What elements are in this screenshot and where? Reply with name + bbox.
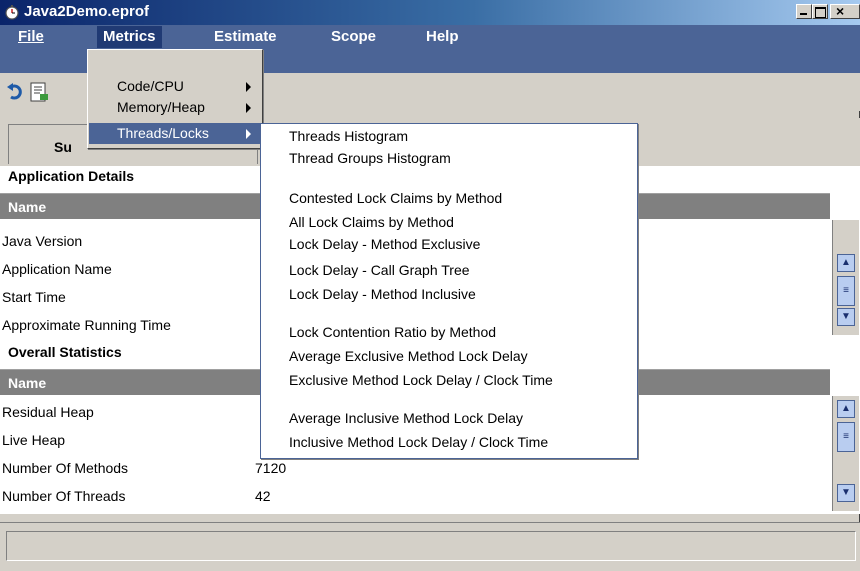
application-details-title: Application Details (8, 168, 135, 184)
menu-item-threads-locks[interactable]: Threads/Locks (89, 123, 261, 144)
status-field (6, 531, 856, 561)
overall-statistics-title: Overall Statistics (8, 344, 122, 360)
menu-help-label: Help (426, 28, 459, 45)
submenu-all-lock-claims[interactable]: All Lock Claims by Method (289, 214, 454, 230)
menu-item-memory-heap[interactable]: Memory/Heap (89, 97, 261, 118)
submenu-thread-groups-histogram[interactable]: Thread Groups Histogram (289, 150, 451, 166)
row-application-name: Application Name (2, 261, 112, 277)
window-title: Java2Demo.eprof (24, 3, 150, 20)
close-icon: × (836, 3, 845, 19)
scroll-thumb[interactable]: ≡ (837, 276, 855, 306)
submenu-threads-histogram[interactable]: Threads Histogram (289, 128, 408, 144)
submenu-arrow-icon (246, 103, 251, 113)
menu-item-threads-locks-label: Threads/Locks (117, 125, 209, 141)
scroll-up-icon[interactable]: ▲ (837, 254, 855, 272)
scroll-down-icon[interactable]: ▼ (837, 308, 855, 326)
menu-metrics[interactable]: Metrics (97, 26, 162, 48)
metrics-menu: Code/CPU Memory/Heap Threads/Locks (87, 49, 263, 149)
submenu-average-exclusive-lock-delay[interactable]: Average Exclusive Method Lock Delay (289, 348, 528, 364)
menu-scope[interactable]: Scope (325, 26, 382, 48)
submenu-average-inclusive-lock-delay[interactable]: Average Inclusive Method Lock Delay (289, 410, 523, 426)
export-document-icon[interactable] (28, 81, 50, 103)
app-window: Java2Demo.eprof × File Metrics Estimate … (0, 0, 860, 571)
submenu-lock-delay-call-graph[interactable]: Lock Delay - Call Graph Tree (289, 262, 470, 278)
undo-icon[interactable] (5, 81, 27, 103)
submenu-arrow-icon (246, 129, 251, 139)
threads-locks-submenu: Threads Histogram Thread Groups Histogra… (260, 123, 638, 459)
stopwatch-icon (5, 5, 19, 20)
tab-summary-label: Su (54, 139, 72, 155)
row-residual-heap: Residual Heap (2, 404, 94, 420)
row-number-of-threads: Number Of Threads (2, 488, 126, 504)
menu-item-code-cpu-label: Code/CPU (117, 78, 184, 94)
submenu-contested-lock-claims[interactable]: Contested Lock Claims by Method (289, 190, 502, 206)
menu-metrics-label: Metrics (103, 28, 156, 45)
value-number-of-threads: 42 (255, 488, 271, 504)
close-button[interactable]: × (830, 3, 860, 19)
details-scrollbar[interactable]: ▲ ≡ ▼ (832, 220, 859, 335)
row-number-of-methods: Number Of Methods (2, 460, 129, 476)
menu-estimate-label: Estimate (214, 28, 277, 45)
submenu-lock-delay-method-inclusive[interactable]: Lock Delay - Method Inclusive (289, 286, 476, 302)
scroll-thumb[interactable]: ≡ (837, 422, 855, 452)
submenu-arrow-icon (246, 82, 251, 92)
menu-file[interactable]: File (12, 26, 50, 48)
menu-file-label: File (18, 28, 44, 45)
minimize-button[interactable] (796, 4, 812, 19)
scroll-down-icon[interactable]: ▼ (837, 484, 855, 502)
menu-item-code-cpu[interactable]: Code/CPU (89, 76, 261, 97)
submenu-lock-contention-ratio[interactable]: Lock Contention Ratio by Method (289, 324, 496, 340)
value-number-of-methods: 7120 (255, 460, 287, 476)
title-bar[interactable]: Java2Demo.eprof × (0, 0, 860, 25)
submenu-exclusive-lock-delay-clock[interactable]: Exclusive Method Lock Delay / Clock Time (289, 372, 553, 388)
row-java-version: Java Version (2, 233, 83, 249)
maximize-button[interactable] (812, 4, 828, 19)
status-bar (0, 522, 860, 571)
menu-estimate[interactable]: Estimate (208, 26, 283, 48)
row-running-time: Approximate Running Time (2, 317, 171, 333)
row-start-time: Start Time (2, 289, 66, 305)
submenu-inclusive-lock-delay-clock[interactable]: Inclusive Method Lock Delay / Clock Time (289, 434, 548, 450)
row-live-heap: Live Heap (2, 432, 66, 448)
scroll-up-icon[interactable]: ▲ (837, 400, 855, 418)
statistics-scrollbar[interactable]: ▲ ≡ ▼ (832, 396, 859, 511)
menu-item-memory-heap-label: Memory/Heap (117, 99, 205, 115)
menu-scope-label: Scope (331, 28, 377, 45)
menu-help[interactable]: Help (420, 26, 465, 48)
submenu-lock-delay-method-exclusive[interactable]: Lock Delay - Method Exclusive (289, 236, 480, 252)
